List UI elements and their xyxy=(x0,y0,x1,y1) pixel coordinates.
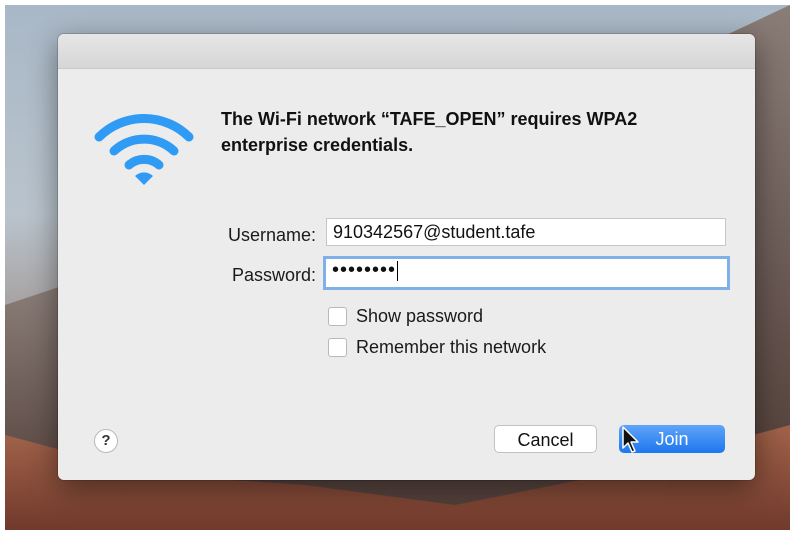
dialog-message: The Wi-Fi network “TAFE_OPEN” requires W… xyxy=(221,109,638,155)
dialog-titlebar xyxy=(58,34,755,69)
password-value: •••••••• xyxy=(332,259,397,281)
wifi-icon xyxy=(94,114,194,185)
text-caret xyxy=(397,261,399,282)
cancel-button[interactable]: Cancel xyxy=(494,425,597,453)
username-label: Username: xyxy=(227,225,316,245)
mouse-pointer-icon xyxy=(622,426,639,453)
password-field[interactable]: •••••••• xyxy=(323,256,730,290)
remember-network-label[interactable]: Remember this network xyxy=(356,337,546,358)
username-field[interactable]: 910342567@student.tafe xyxy=(326,218,726,246)
show-password-label[interactable]: Show password xyxy=(356,306,483,327)
help-button[interactable]: ? xyxy=(94,429,118,453)
username-value: 910342567@student.tafe xyxy=(333,222,536,242)
password-label: Password: xyxy=(231,265,316,285)
wifi-credentials-dialog: The Wi-Fi network “TAFE_OPEN” requires W… xyxy=(58,34,755,480)
remember-network-checkbox[interactable] xyxy=(328,338,347,357)
desktop-background: The Wi-Fi network “TAFE_OPEN” requires W… xyxy=(5,5,790,530)
show-password-checkbox[interactable] xyxy=(328,307,347,326)
